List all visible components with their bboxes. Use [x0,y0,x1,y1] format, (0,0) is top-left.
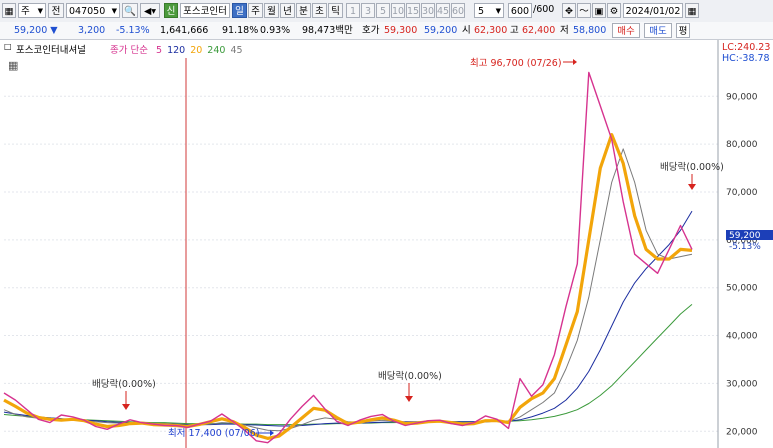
quote-bar: 59,200 ▼ 3,200 -5.13% 1,641,666 91.18% 0… [0,22,773,40]
current-price-tag-pct: -5.13% [729,242,761,252]
interval-select[interactable]: 5 ▼ [474,3,504,18]
wave-icon[interactable]: 〜 [577,3,591,18]
high-label: 고 [510,25,519,36]
series-line-ma20 [3,133,693,440]
dividend-arrow-1 [122,404,130,410]
y-tick-label: 70,000 [726,188,758,198]
series-line-ma240 [3,304,693,426]
interval-button-60[interactable]: 60 [451,3,465,18]
count-total: /600 [533,4,555,15]
y-tick-label: 50,000 [726,284,758,294]
open-label: 시 [462,25,471,36]
extra-button[interactable]: 평 [676,23,690,38]
price-change: 3,200 [78,25,106,36]
speaker-icon[interactable]: ◀▾ [140,3,160,18]
search-icon[interactable]: 🔍 [122,3,138,18]
low-price: 58,800 [573,25,607,36]
tab-period-5[interactable]: 초 [312,3,327,18]
tab-period-2[interactable]: 월 [264,3,279,18]
dividend-annotation-1: 배당락(0.00%) [92,378,156,390]
open-price: 62,300 [474,25,508,36]
ask-price: 59,300 [384,25,418,36]
date-input[interactable]: 2024/01/02 [623,3,683,18]
dividend-annotation-2: 배당락(0.00%) [378,370,442,382]
y-tick-label: 90,000 [726,92,758,102]
interval-button-30[interactable]: 30 [421,3,435,18]
jeon-button[interactable]: 전 [48,3,64,18]
credit-badge: 신 [164,3,178,18]
tab-period-1[interactable]: 주 [248,3,263,18]
crosshair-icon[interactable]: ✥ [562,3,576,18]
y-tick-label: 20,000 [726,427,758,437]
tab-period-6[interactable]: 틱 [328,3,343,18]
buy-button[interactable]: 매수 [612,23,640,38]
market-select[interactable]: 주 ▼ [18,3,46,18]
interval-button-3[interactable]: 3 [361,3,375,18]
high-price: 62,400 [522,25,556,36]
interval-button-1[interactable]: 1 [346,3,360,18]
dividend-arrow-2 [405,396,413,402]
price-change-pct: -5.13% [116,25,150,36]
save-icon[interactable]: ▣ [592,3,606,18]
chevron-down-icon: ▼ [111,7,117,15]
tab-period-3[interactable]: 년 [280,3,295,18]
dividend-arrow-3 [688,184,696,190]
current-price: 59,200 ▼ [14,25,58,36]
market-select-value: 주 [21,6,30,17]
interval-button-5[interactable]: 5 [376,3,390,18]
layout-icon[interactable]: ▦ [2,3,16,18]
volume-ratio: 91.18% [222,25,259,36]
calendar-icon[interactable]: ▦ [685,3,699,18]
y-tick-label: 80,000 [726,140,758,150]
settings-icon[interactable]: ⚙ [607,3,621,18]
y-tick-label: 40,000 [726,332,758,342]
volume: 1,641,666 [160,25,209,36]
trade-amount: 98,473백만 [302,25,353,36]
interval-button-45[interactable]: 45 [436,3,450,18]
stock-code-value: 047050 [69,6,106,17]
bid-label: 호가 [362,25,380,36]
high-arrow-head [573,59,577,65]
tab-period-0[interactable]: 일 [232,3,247,18]
bid-price: 59,200 [424,25,458,36]
tab-period-4[interactable]: 분 [296,3,311,18]
interval-value: 5 [478,6,485,17]
chevron-down-icon: ▼ [495,7,501,15]
price-chart[interactable]: 90,00080,00070,00060,00050,00040,00030,0… [0,40,773,448]
stock-name: 포스코인터 [180,3,230,18]
interval-button-10[interactable]: 10 [391,3,405,18]
turnover: 0.93% [260,25,291,36]
stock-code-input[interactable]: 047050 ▼ [66,3,120,18]
low-label: 저 [560,25,569,36]
interval-button-15[interactable]: 15 [406,3,420,18]
dividend-annotation-3: 배당락(0.00%) [660,161,724,173]
chevron-down-icon: ▼ [37,7,43,15]
sell-button[interactable]: 매도 [644,23,672,38]
toolbar: ▦ 주 ▼ 전 047050 ▼ 🔍 ◀▾ 신 포스코인터 일주월년분초틱 1351… [0,0,773,23]
count-input[interactable]: 600 [508,3,532,18]
high-annotation: 최고 96,700 (07/26) [470,58,562,69]
low-annotation: 최저 17,400 (07/06) [168,428,260,439]
current-price-tag-value: 59,200 [729,231,761,241]
y-tick-label: 30,000 [726,379,758,389]
